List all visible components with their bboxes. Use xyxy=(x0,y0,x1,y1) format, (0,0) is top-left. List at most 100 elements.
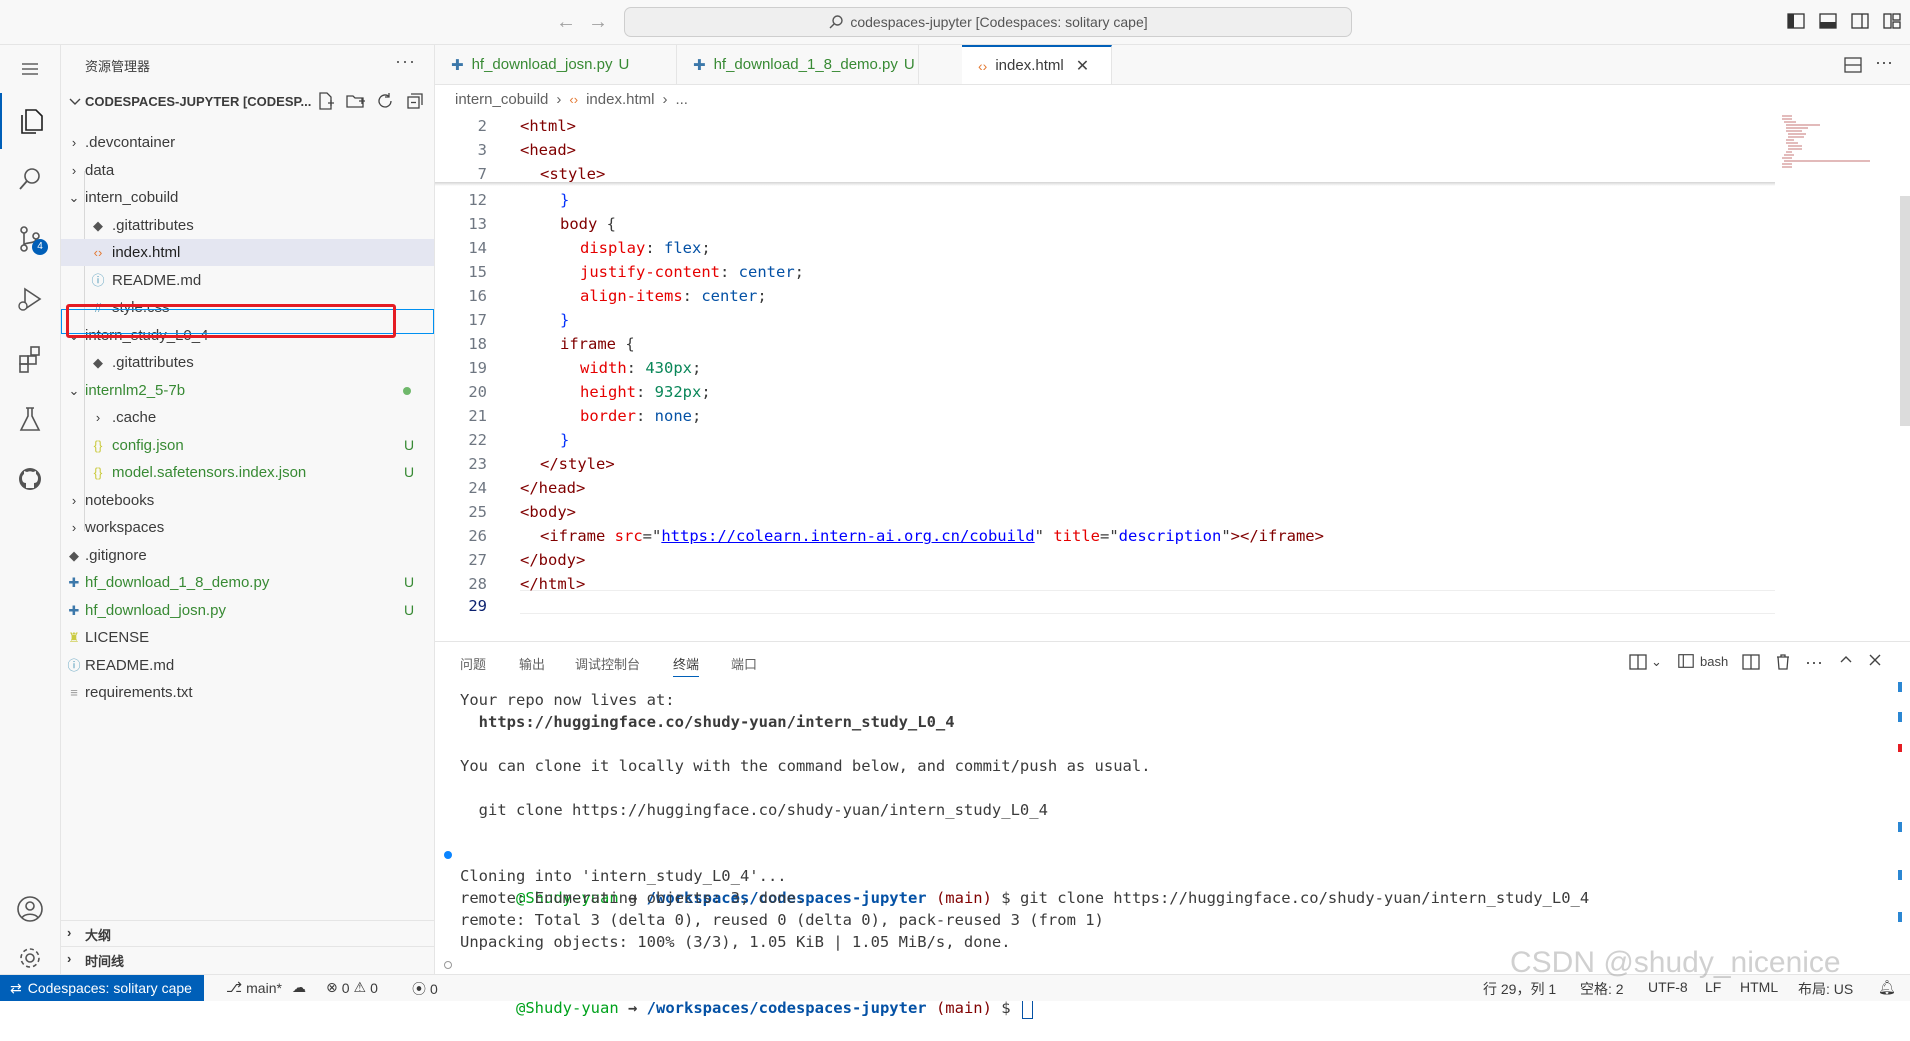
branch-indicator[interactable]: ⎇ main* ☁ xyxy=(226,979,306,996)
tree-item-license[interactable]: ♜ LICENSE xyxy=(61,624,434,651)
toggle-secondary-sidebar-icon[interactable] xyxy=(1850,11,1870,31)
explorer-more-actions-button[interactable]: ··· xyxy=(395,51,416,72)
tree-item-cache[interactable]: › .cache xyxy=(61,404,434,431)
github-button[interactable] xyxy=(0,451,60,507)
tree-item-internlm2-5-7b[interactable]: ⌄ internlm2_5-7b xyxy=(61,377,434,404)
workspace-folder-header[interactable]: CODESPACES-JUPYTER [CODESP... xyxy=(61,91,434,113)
tab-debug-console[interactable]: 调试控制台 xyxy=(575,654,640,673)
back-arrow-icon[interactable]: ← xyxy=(556,12,576,32)
cursor-position[interactable]: 行 29，列 1 xyxy=(1483,979,1556,999)
timeline-section-header[interactable]: › 时间线 xyxy=(61,946,434,971)
tab-index-html[interactable]: ‹› index.html ✕ xyxy=(962,45,1112,84)
outline-section-header[interactable]: › 大纲 xyxy=(61,920,434,945)
tree-item-readme[interactable]: ⓘ README.md xyxy=(61,267,434,294)
maximize-panel-button[interactable] xyxy=(1838,652,1854,668)
tree-item-gitignore[interactable]: ◆ .gitignore xyxy=(61,542,434,569)
json-file-icon: {} xyxy=(93,438,103,453)
chevron-up-icon xyxy=(1840,656,1852,663)
tab-terminal[interactable]: 终端 xyxy=(673,654,700,677)
tab-hf-download-1-8-demo[interactable]: ✚ hf_download_1_8_demo.py U xyxy=(677,45,919,84)
tree-item-notebooks[interactable]: › notebooks xyxy=(61,487,434,514)
explorer-button[interactable] xyxy=(0,93,60,149)
command-decoration[interactable] xyxy=(444,961,452,969)
encoding-indicator[interactable]: UTF-8 xyxy=(1648,979,1688,995)
minimap[interactable] xyxy=(1780,114,1890,174)
tree-item-model-safetensors-index[interactable]: {} model.safetensors.index.json U xyxy=(61,459,434,486)
new-file-icon[interactable] xyxy=(315,91,335,111)
line-number: 3 xyxy=(477,141,487,159)
run-debug-button[interactable] xyxy=(0,271,60,327)
toggle-primary-sidebar-icon[interactable] xyxy=(1786,11,1806,31)
text-file-icon: ≡ xyxy=(70,685,78,700)
forward-arrow-icon[interactable]: → xyxy=(588,12,608,32)
split-editor-icon[interactable] xyxy=(1843,55,1863,75)
tree-item-gitattributes[interactable]: ◆ .gitattributes xyxy=(61,212,434,239)
breadcrumb-folder[interactable]: intern_cobuild xyxy=(455,91,548,108)
language-mode[interactable]: HTML xyxy=(1740,979,1778,995)
search-button[interactable] xyxy=(0,151,60,207)
tree-item-hf-download-josn[interactable]: ✚ hf_download_josn.py U xyxy=(61,597,434,624)
command-success-decoration[interactable] xyxy=(444,851,452,859)
iframe-src-link[interactable]: https://colearn.intern-ai.org.cn/cobuild xyxy=(661,527,1034,545)
collapse-all-icon[interactable] xyxy=(405,91,425,111)
tab-problems[interactable]: 问题 xyxy=(460,654,486,673)
tree-item-data[interactable]: › data xyxy=(61,157,434,184)
line-number: 20 xyxy=(468,383,487,401)
search-icon xyxy=(19,168,40,190)
terminal-instance-bash[interactable]: bash xyxy=(1677,652,1728,670)
tree-item-label: hf_download_1_8_demo.py xyxy=(85,574,270,591)
customize-layout-icon[interactable] xyxy=(1882,11,1902,31)
git-file-icon: ◆ xyxy=(93,218,103,233)
ports-indicator[interactable]: ⦿ 0 xyxy=(412,979,438,999)
keyboard-layout[interactable]: 布局: US xyxy=(1798,979,1853,999)
tree-item-workspaces[interactable]: › workspaces xyxy=(61,514,434,541)
testing-button[interactable] xyxy=(0,391,60,447)
prompt-arrow: → xyxy=(618,999,647,1017)
tree-item-devcontainer[interactable]: › .devcontainer xyxy=(61,129,434,156)
tree-item-readme[interactable]: ⓘ README.md xyxy=(61,652,434,679)
remote-icon: ⇄ xyxy=(10,979,22,996)
problems-indicator[interactable]: ⊗ 0 ⚠ 0 xyxy=(326,979,378,996)
css-selector: iframe xyxy=(560,335,616,353)
tree-item-gitattributes[interactable]: ◆ .gitattributes xyxy=(61,349,434,376)
terminal-layout-icon xyxy=(1629,654,1647,670)
error-icon: ⊗ xyxy=(326,979,338,995)
python-file-icon: ✚ xyxy=(451,56,464,74)
command-center-search[interactable]: codespaces-jupyter [Codespaces: solitary… xyxy=(624,7,1352,37)
close-icon[interactable]: ✕ xyxy=(1076,56,1089,76)
notifications-bell-icon[interactable]: 🔔︎ xyxy=(1878,979,1896,996)
tree-item-label: .gitattributes xyxy=(112,217,194,234)
editor-more-actions-button[interactable]: ··· xyxy=(1875,52,1893,73)
new-folder-icon[interactable] xyxy=(345,91,365,111)
terminal-scrollbar[interactable] xyxy=(1897,682,1903,962)
indentation-indicator[interactable]: 空格: 2 xyxy=(1580,979,1624,999)
split-terminal-button[interactable] xyxy=(1741,652,1761,672)
panel-more-actions-button[interactable]: ··· xyxy=(1805,652,1823,673)
editor-scrollbar[interactable] xyxy=(1900,196,1910,426)
refresh-icon[interactable] xyxy=(375,91,395,111)
tree-item-index-html[interactable]: ‹› index.html xyxy=(61,239,434,266)
tree-item-intern-cobuild[interactable]: ⌄ intern_cobuild xyxy=(61,184,434,211)
sync-icon: ☁ xyxy=(291,979,306,995)
kill-terminal-button[interactable] xyxy=(1773,652,1793,672)
code-editor[interactable]: 2 <html> 3 <head> 7 <style> 12} 13 body { 14… xyxy=(435,112,1910,640)
tree-item-requirements[interactable]: ≡ requirements.txt xyxy=(61,679,434,706)
close-panel-button[interactable] xyxy=(1867,652,1883,668)
tab-output[interactable]: 输出 xyxy=(519,654,545,673)
breadcrumb-symbol[interactable]: ... xyxy=(675,91,688,108)
remote-indicator[interactable]: ⇄ Codespaces: solitary cape xyxy=(0,975,204,1001)
accounts-button[interactable] xyxy=(0,881,60,937)
workspace-folder-name: CODESPACES-JUPYTER [CODESP... xyxy=(85,94,312,109)
css-property: width xyxy=(580,359,627,377)
tree-item-hf-download-1-8-demo[interactable]: ✚ hf_download_1_8_demo.py U xyxy=(61,569,434,596)
breadcrumb-file[interactable]: index.html xyxy=(586,91,654,108)
extensions-button[interactable] xyxy=(0,331,60,387)
source-control-button[interactable]: 4 xyxy=(0,211,60,267)
tree-item-config-json[interactable]: {} config.json U xyxy=(61,432,434,459)
tab-ports[interactable]: 端口 xyxy=(731,654,757,673)
tab-hf-download-josn[interactable]: ✚ hf_download_josn.py U xyxy=(435,45,677,84)
menu-button[interactable] xyxy=(0,45,60,93)
toggle-panel-icon[interactable] xyxy=(1818,11,1838,31)
new-terminal-dropdown[interactable]: ⌄ xyxy=(1628,652,1662,672)
eol-indicator[interactable]: LF xyxy=(1705,979,1721,995)
